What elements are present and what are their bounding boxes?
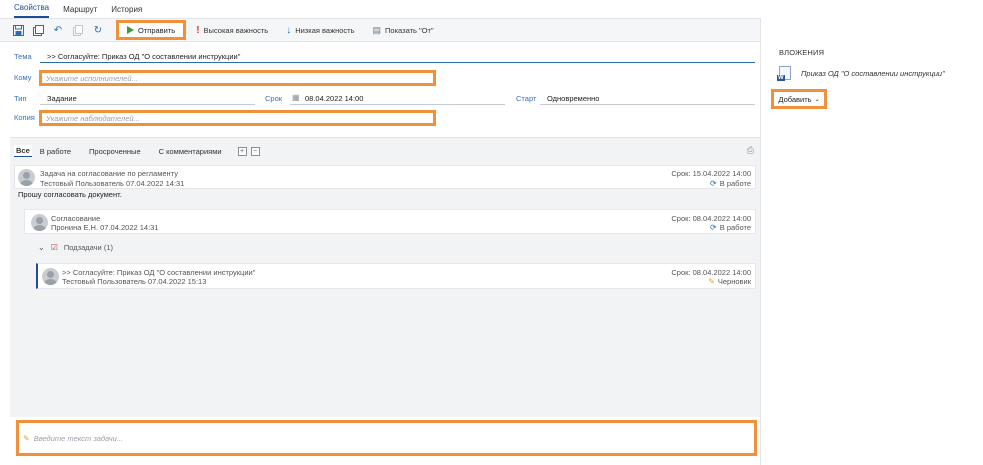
undo-icon[interactable]: ↶ — [50, 22, 66, 38]
chevron-down-icon: ⌄ — [38, 243, 45, 252]
subtasks-toggle[interactable]: ⌄ ☑ Подзадачи (1) — [38, 243, 113, 252]
cc-input[interactable]: Укажите наблюдателей... — [39, 110, 436, 126]
subtasks-label: Подзадачи (1) — [63, 243, 113, 252]
feed-item-body: Прошу согласовать документ. — [18, 190, 122, 199]
tab-properties[interactable]: Свойства — [14, 3, 50, 18]
to-label: Кому — [14, 73, 32, 82]
add-attachment-label: Добавить — [778, 94, 812, 104]
attachment-item[interactable]: Приказ ОД "О составлении инструкции" — [777, 66, 945, 81]
feed-item-status-label: В работе — [719, 179, 751, 188]
expand-all-icon[interactable]: + — [237, 146, 247, 156]
task-feed: Все В работе Просроченные С комментариям… — [10, 137, 760, 417]
high-importance-button[interactable]: ! Высокая важность — [196, 25, 268, 36]
filter-with-comments[interactable]: С комментариями — [157, 146, 224, 157]
filter-in-progress[interactable]: В работе — [38, 146, 73, 157]
due-underline — [290, 104, 505, 105]
start-label: Старт — [516, 94, 537, 103]
feed-item-status: ⟳ В работе — [710, 223, 751, 232]
feed-item-due: Срок: 08.04.2022 14:00 — [671, 214, 751, 223]
feed-item-status-label: Черновик — [717, 277, 751, 286]
feed-item[interactable]: >> Согласуйте: Приказ ОД "О составлении … — [36, 263, 756, 289]
due-input[interactable]: 08.04.2022 14:00 — [305, 94, 363, 103]
high-importance-label: Высокая важность — [203, 25, 269, 35]
subject-underline — [40, 62, 755, 63]
in-progress-icon: ⟳ — [710, 223, 717, 232]
avatar — [42, 268, 59, 285]
start-underline — [540, 104, 755, 105]
feed-item-author: Тестовый Пользователь 07.04.2022 14:31 — [40, 179, 185, 188]
to-input[interactable]: Укажите исполнителей... — [39, 70, 436, 86]
feed-filters: Все В работе Просроченные С комментариям… — [14, 144, 260, 158]
start-select[interactable]: Одновременно — [547, 94, 599, 103]
show-from-button[interactable]: ▤ Показать "От" — [373, 25, 434, 36]
feed-item-status-label: В работе — [719, 223, 751, 232]
attachments-pane: ВЛОЖЕНИЯ Приказ ОД "О составлении инстру… — [760, 18, 983, 465]
from-field-icon: ▤ — [372, 24, 382, 35]
tab-route[interactable]: Маршрут — [63, 5, 97, 18]
type-underline — [40, 104, 255, 105]
feed-item[interactable]: Согласование Пронина Е.Н. 07.04.2022 14:… — [24, 209, 756, 234]
feed-item-due: Срок: 08.04.2022 14:00 — [671, 268, 751, 277]
feed-item-author: Тестовый Пользователь 07.04.2022 15:13 — [62, 277, 207, 286]
type-select[interactable]: Задание — [47, 94, 77, 103]
collapse-all-icon[interactable]: − — [250, 146, 260, 156]
subject-input[interactable]: >> Согласуйте: Приказ ОД "О составлении … — [47, 52, 240, 61]
copy-icon[interactable] — [70, 22, 86, 38]
toolbar: ↶ ↻ Отправить ! Высокая важность ↓ Низка… — [0, 18, 760, 42]
feed-item-title: Согласование — [51, 214, 101, 223]
task-text-placeholder: Введите текст задачи... — [33, 433, 124, 443]
filter-overdue[interactable]: Просроченные — [87, 146, 143, 157]
feed-item-status: ✎ Черновик — [708, 277, 751, 286]
add-attachment-button[interactable]: Добавить ⌄ — [771, 89, 827, 109]
attachment-name: Приказ ОД "О составлении инструкции" — [801, 68, 945, 78]
subject-label: Тема — [14, 52, 32, 61]
due-label: Срок — [265, 94, 283, 103]
cc-label: Копия — [14, 113, 35, 122]
to-row: Кому — [14, 73, 32, 82]
attachments-title: ВЛОЖЕНИЯ — [779, 48, 825, 57]
feed-item[interactable]: Задача на согласование по регламенту Тес… — [14, 165, 756, 189]
send-button-label: Отправить — [138, 25, 176, 35]
top-tabs: Свойства Маршрут История — [0, 0, 983, 18]
low-importance-icon: ↓ — [286, 24, 292, 36]
type-row: Тип — [14, 94, 27, 103]
feed-item-status: ⟳ В работе — [710, 179, 751, 188]
feed-item-due: Срок: 15.04.2022 14:00 — [671, 169, 751, 178]
pencil-icon: ✎ — [708, 277, 715, 286]
low-importance-label: Низкая важность — [295, 25, 355, 35]
avatar — [18, 169, 35, 186]
in-progress-icon: ⟳ — [710, 179, 717, 188]
cc-row: Копия — [14, 113, 35, 122]
send-button[interactable]: Отправить — [116, 20, 187, 40]
exclamation-icon: ! — [196, 24, 200, 36]
low-importance-button[interactable]: ↓ Низкая важность — [286, 25, 354, 36]
filter-all[interactable]: Все — [14, 145, 32, 157]
feed-item-title: Задача на согласование по регламенту — [40, 169, 178, 178]
feed-item-author: Пронина Е.Н. 07.04.2022 14:31 — [51, 223, 159, 232]
print-icon[interactable]: ⎙ — [747, 145, 754, 156]
subject-row: Тема — [14, 52, 32, 61]
play-icon — [127, 26, 134, 34]
refresh-icon[interactable]: ↻ — [90, 22, 106, 38]
chevron-down-icon: ⌄ — [814, 96, 820, 103]
tab-history[interactable]: История — [111, 5, 142, 18]
word-document-icon — [777, 66, 791, 81]
show-from-label: Показать "От" — [385, 25, 434, 35]
pencil-icon: ✎ — [23, 433, 30, 443]
cc-placeholder: Укажите наблюдателей... — [46, 113, 140, 123]
type-label: Тип — [14, 94, 27, 103]
calendar-icon[interactable]: ▦ — [292, 93, 300, 102]
to-placeholder: Укажите исполнителей... — [46, 73, 138, 83]
save-icon[interactable] — [10, 22, 26, 38]
save-as-icon[interactable] — [30, 22, 46, 38]
avatar — [31, 214, 48, 231]
subtask-icon: ☑ — [50, 243, 58, 252]
task-text-editor[interactable]: ✎ Введите текст задачи... — [16, 420, 757, 456]
feed-item-title: >> Согласуйте: Приказ ОД "О составлении … — [62, 268, 256, 277]
